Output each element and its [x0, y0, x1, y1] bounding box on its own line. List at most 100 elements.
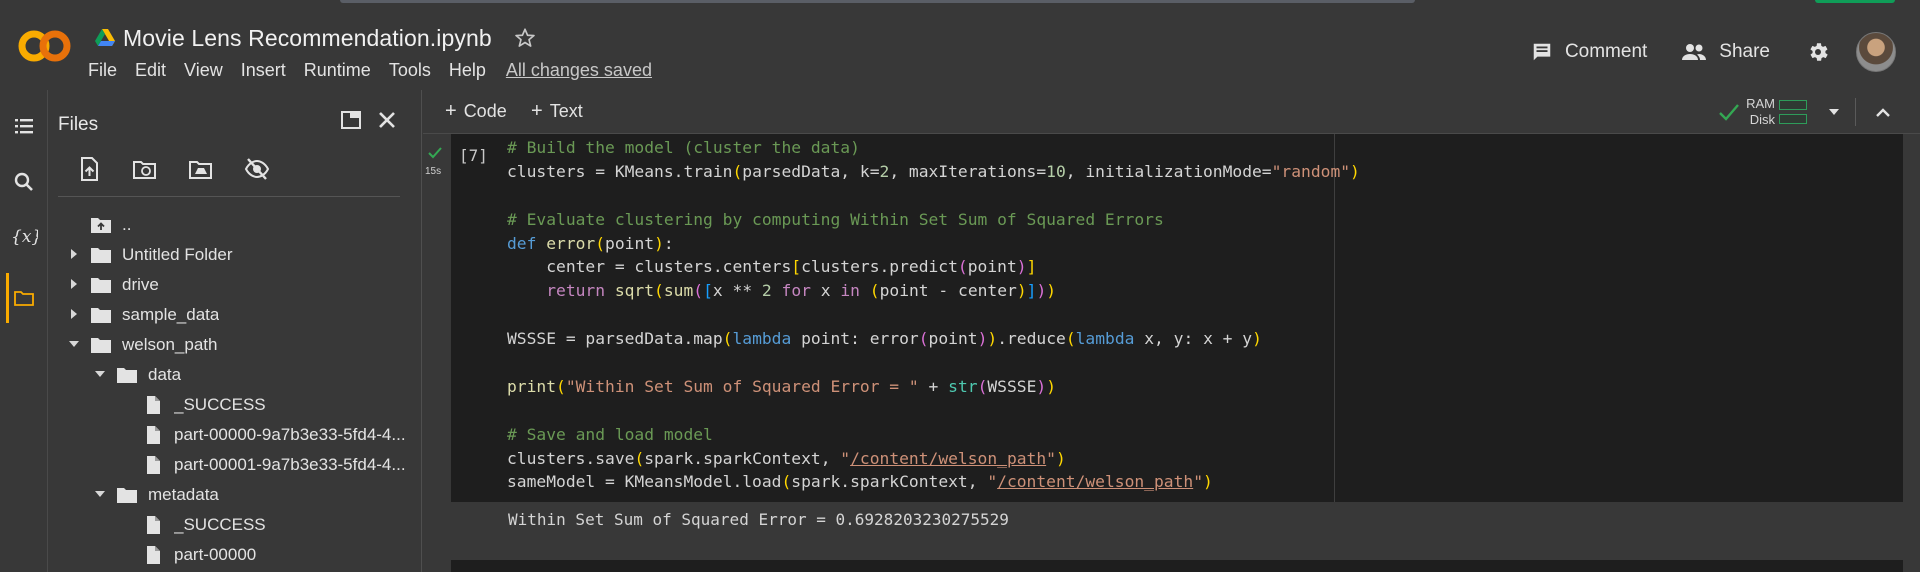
code-token: ( — [556, 376, 566, 396]
colab-logo[interactable] — [18, 26, 72, 66]
file-item[interactable]: part-00000-9a7b3e33-5fd4-4... — [48, 420, 422, 450]
code-token: , maxIterations= — [889, 161, 1047, 181]
notebook-title[interactable]: Movie Lens Recommendation.ipynb — [123, 25, 492, 52]
star-icon[interactable] — [514, 27, 536, 49]
code-token: /content/welson_path — [997, 472, 1194, 492]
code-token: : — [663, 233, 674, 253]
ram-meter — [1779, 100, 1807, 110]
tree-item-label: Untitled Folder — [122, 245, 233, 264]
settings-gear-icon[interactable] — [1806, 40, 1830, 64]
folder-icon — [117, 488, 137, 503]
add-code-button[interactable]: + Code — [445, 100, 507, 123]
caret-collapsed-icon[interactable] — [68, 245, 90, 265]
menu-insert[interactable]: Insert — [241, 60, 286, 81]
files-panel-title: Files — [58, 114, 99, 135]
menu-edit[interactable]: Edit — [135, 60, 166, 81]
code-token: # Build the model (cluster the data) — [507, 138, 860, 157]
save-status[interactable]: All changes saved — [506, 60, 652, 81]
code-token: "Within Set Sum of Squared Error = " — [565, 376, 919, 396]
next-code-cell[interactable] — [451, 560, 1903, 572]
code-token: sum — [663, 281, 694, 301]
code-token: spark.sparkContext, — [644, 448, 841, 468]
file-item[interactable]: part-00001-9a7b3e33-5fd4-4... — [48, 450, 422, 480]
run-time: 15s — [425, 166, 442, 177]
code-token: WSSSE = parsedData.map — [507, 329, 723, 349]
close-icon[interactable] — [375, 108, 399, 132]
code-editor[interactable]: # Build the model (cluster the data) clus… — [507, 136, 1360, 494]
tree-item-label: sample_data — [122, 305, 220, 324]
code-token: # Save and load model — [507, 424, 713, 444]
share-button[interactable]: Share — [1681, 41, 1770, 63]
menu-help[interactable]: Help — [449, 60, 486, 81]
chevron-down-icon[interactable] — [1827, 107, 1841, 117]
folder-item[interactable]: sample_data — [48, 300, 422, 330]
mount-drive-icon[interactable] — [188, 156, 214, 182]
code-line: print("Within Set Sum of Squared Error =… — [507, 375, 1360, 399]
resources-indicator[interactable]: RAM Disk — [1718, 96, 1892, 128]
tab-strip-indicator — [340, 0, 1415, 3]
folder-item[interactable]: data — [48, 360, 422, 390]
file-item[interactable]: _SUCCESS — [48, 510, 422, 540]
folder-icon — [91, 248, 111, 263]
code-token: 10 — [1046, 161, 1066, 181]
code-token: .reduce — [997, 329, 1066, 349]
table-of-contents-icon[interactable] — [12, 114, 36, 138]
code-token: ( — [781, 472, 792, 492]
code-token: x, y: x + y — [1144, 329, 1253, 349]
menu-runtime[interactable]: Runtime — [304, 60, 371, 81]
caret-expanded-icon[interactable] — [94, 365, 116, 385]
open-in-tab-icon[interactable] — [339, 108, 363, 132]
active-rail-indicator — [6, 273, 9, 323]
menu-file[interactable]: File — [88, 60, 117, 81]
variables-icon[interactable]: {x} — [10, 224, 38, 248]
caret-collapsed-icon[interactable] — [68, 305, 90, 325]
user-avatar[interactable] — [1856, 32, 1896, 72]
folder-icon[interactable] — [12, 286, 36, 310]
code-token: lambda — [732, 329, 802, 349]
folder-icon — [91, 278, 111, 293]
toolbar-separator — [1855, 98, 1856, 126]
code-token: , initializationMode= — [1065, 161, 1272, 181]
run-success-check-icon[interactable] — [427, 146, 443, 160]
caret-collapsed-icon[interactable] — [68, 275, 90, 295]
code-token: print — [507, 376, 557, 396]
folder-item[interactable]: metadata — [48, 480, 422, 510]
notebook-toolbar: + Code + Text RAM Disk — [423, 90, 1920, 134]
code-token: 2 — [879, 161, 890, 181]
header-actions: Comment Share — [1497, 32, 1896, 72]
refresh-folder-icon[interactable] — [132, 156, 158, 182]
menu-tools[interactable]: Tools — [389, 60, 431, 81]
file-item[interactable]: _SUCCESS — [48, 390, 422, 420]
file-item[interactable]: part-00000 — [48, 540, 422, 570]
code-token: ( — [977, 376, 988, 396]
code-token: " — [1193, 472, 1203, 492]
code-cell[interactable]: 15s [7] # Build the model (cluster the d… — [423, 134, 1903, 502]
code-line: sameModel = KMeansModel.load(spark.spark… — [507, 470, 1360, 494]
add-text-button[interactable]: + Text — [531, 100, 583, 123]
upload-file-icon[interactable] — [76, 156, 102, 182]
code-line: clusters = KMeans.train(parsedData, k=2,… — [507, 160, 1360, 184]
files-panel: Files .. Untitled Folder drive sample_da… — [48, 90, 422, 572]
code-token: ) — [1036, 281, 1047, 301]
code-token: sqrt — [614, 281, 655, 301]
hide-files-icon[interactable] — [244, 156, 270, 182]
search-icon[interactable] — [12, 170, 36, 194]
cell-gutter: 15s — [423, 134, 451, 502]
comment-button[interactable]: Comment — [1531, 41, 1647, 63]
folder-icon — [117, 368, 137, 383]
menu-view[interactable]: View — [184, 60, 223, 81]
folder-item[interactable]: drive — [48, 270, 422, 300]
add-text-label: Text — [549, 101, 583, 121]
code-token: sameModel = KMeansModel.load — [507, 472, 782, 492]
chevron-up-icon[interactable] — [1874, 105, 1892, 119]
folder-item[interactable]: welson_path — [48, 330, 422, 360]
code-token: "random" — [1271, 161, 1351, 181]
code-token: parsedData, k= — [742, 161, 880, 181]
tree-item-label: welson_path — [122, 335, 218, 354]
folder-item[interactable]: Untitled Folder — [48, 240, 422, 270]
folder-item[interactable]: .. — [48, 210, 422, 240]
caret-expanded-icon[interactable] — [94, 485, 116, 505]
code-token: ) — [1046, 281, 1057, 301]
caret-expanded-icon[interactable] — [68, 335, 90, 355]
